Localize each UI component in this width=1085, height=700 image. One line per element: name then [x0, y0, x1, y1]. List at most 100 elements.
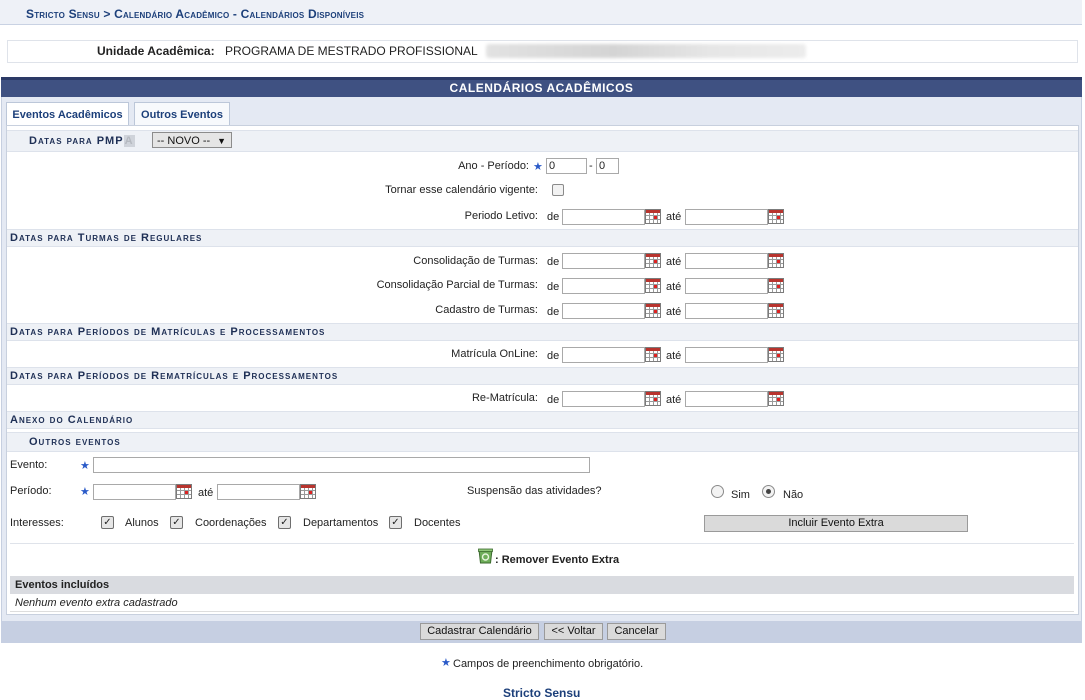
- ano-periodo-label: Ano - Período:: [458, 160, 529, 172]
- tab-eventos-academicos[interactable]: Eventos Acadêmicos: [6, 102, 129, 126]
- required-note: Campos de preenchimento obrigatório.: [453, 658, 644, 670]
- tab-outros-eventos[interactable]: Outros Eventos: [134, 102, 230, 126]
- calendar-icon[interactable]: [768, 303, 784, 318]
- calendar-icon[interactable]: [768, 209, 784, 224]
- required-star-icon: ★: [80, 460, 90, 472]
- consolidacao-parcial-start-input[interactable]: [562, 278, 645, 294]
- required-star-icon: ★: [80, 486, 90, 498]
- interesses-label: Interesses:: [10, 517, 64, 529]
- ate-label: até: [666, 306, 682, 318]
- de-label: de: [547, 281, 560, 293]
- main-title: CALENDÁRIOS ACADÊMICOS: [449, 81, 634, 95]
- calendar-icon[interactable]: [645, 209, 661, 224]
- calendar-icon[interactable]: [645, 303, 661, 318]
- docentes-label: Docentes: [414, 517, 461, 529]
- breadcrumb-bar: Stricto Sensu > Calendário Acadêmico - C…: [0, 0, 1082, 25]
- action-bar: [1, 621, 1082, 643]
- departamentos-checkbox[interactable]: ✓: [278, 516, 291, 529]
- cadastrar-calendario-button[interactable]: Cadastrar Calendário: [420, 623, 539, 640]
- de-label: de: [547, 394, 560, 406]
- ate-label: até: [666, 350, 682, 362]
- calendar-icon[interactable]: [768, 278, 784, 293]
- cadastro-turmas-end-input[interactable]: [685, 303, 768, 319]
- suspensao-nao-radio[interactable]: [762, 485, 775, 498]
- evento-label: Evento:: [10, 459, 48, 471]
- cadastro-turmas-label: Cadastro de Turmas:: [435, 304, 538, 316]
- section-matriculas: Datas para Períodos de Matrículas e Proc…: [7, 323, 1078, 341]
- de-label: de: [547, 211, 560, 223]
- matricula-start-input[interactable]: [562, 347, 645, 363]
- cancelar-button[interactable]: Cancelar: [607, 623, 666, 640]
- calendar-icon[interactable]: [645, 253, 661, 268]
- alunos-checkbox[interactable]: ✓: [101, 516, 114, 529]
- calendar-select[interactable]: -- NOVO -- ▼: [152, 132, 232, 148]
- calendar-icon[interactable]: [645, 278, 661, 293]
- consolidacao-turmas-label: Consolidação de Turmas:: [413, 255, 538, 267]
- section-outros-eventos: Outros eventos: [7, 432, 1078, 452]
- main-title-bar: CALENDÁRIOS ACADÊMICOS: [1, 77, 1082, 97]
- divider: [10, 543, 1074, 544]
- periodo-letivo-label: Periodo Letivo:: [464, 210, 538, 222]
- suspensao-label: Suspensão das atividades?: [467, 485, 602, 497]
- ate-label: até: [666, 281, 682, 293]
- periodo-letivo-end-input[interactable]: [685, 209, 768, 225]
- de-label: de: [547, 306, 560, 318]
- vigente-checkbox[interactable]: [552, 184, 564, 196]
- consolidacao-parcial-label: Consolidação Parcial de Turmas:: [376, 279, 538, 291]
- required-star-icon: ★: [441, 657, 451, 669]
- rematricula-end-input[interactable]: [685, 391, 768, 407]
- ano-input[interactable]: 0: [546, 158, 587, 174]
- chevron-down-icon: ▼: [217, 136, 226, 146]
- docentes-checkbox[interactable]: ✓: [389, 516, 402, 529]
- calendar-icon[interactable]: [176, 484, 192, 499]
- obscured-text: A: [123, 135, 135, 147]
- ate-label: até: [666, 211, 682, 223]
- matricula-online-label: Matrícula OnLine:: [451, 348, 538, 360]
- alunos-label: Alunos: [125, 517, 159, 529]
- evento-input[interactable]: [93, 457, 590, 473]
- consolidacao-start-input[interactable]: [562, 253, 645, 269]
- consolidacao-end-input[interactable]: [685, 253, 768, 269]
- evento-periodo-end-input[interactable]: [217, 484, 300, 500]
- coordenacoes-label: Coordenações: [195, 517, 267, 529]
- ano-separator: -: [589, 160, 593, 172]
- breadcrumb: Stricto Sensu > Calendário Acadêmico - C…: [26, 7, 365, 21]
- vigente-label: Tornar esse calendário vigente:: [385, 184, 538, 196]
- calendar-select-value: -- NOVO --: [157, 135, 211, 147]
- evento-periodo-start-input[interactable]: [93, 484, 176, 500]
- unit-box: Unidade Acadêmica: PROGRAMA DE MESTRADO …: [7, 40, 1078, 63]
- datas-para-label: Datas para PMP: [29, 135, 124, 147]
- calendar-icon[interactable]: [768, 391, 784, 406]
- consolidacao-parcial-end-input[interactable]: [685, 278, 768, 294]
- section-rematriculas: Datas para Períodos de Rematrículas e Pr…: [7, 367, 1078, 385]
- ate-label: até: [666, 394, 682, 406]
- calendar-icon[interactable]: [300, 484, 316, 499]
- redacted-text: [486, 44, 806, 58]
- incluir-evento-extra-button[interactable]: Incluir Evento Extra: [704, 515, 968, 532]
- periodo-letivo-start-input[interactable]: [562, 209, 645, 225]
- eventos-incluidos-header: Eventos incluídos: [10, 576, 1074, 594]
- nao-label: Não: [783, 489, 804, 501]
- calendar-icon[interactable]: [768, 253, 784, 268]
- rematricula-label: Re-Matrícula:: [471, 392, 538, 404]
- remover-evento-extra-label: : Remover Evento Extra: [495, 554, 620, 566]
- periodo-input[interactable]: 0: [596, 158, 619, 174]
- cadastro-turmas-start-input[interactable]: [562, 303, 645, 319]
- voltar-button[interactable]: << Voltar: [544, 623, 603, 640]
- calendar-icon[interactable]: [645, 347, 661, 362]
- footer-link[interactable]: Stricto Sensu: [503, 686, 580, 700]
- section-turmas: Datas para Turmas de Regulares: [7, 229, 1078, 247]
- ate-label: até: [198, 487, 214, 499]
- coordenacoes-checkbox[interactable]: ✓: [170, 516, 183, 529]
- ate-label: até: [666, 256, 682, 268]
- trash-icon: [478, 548, 493, 564]
- calendar-icon[interactable]: [768, 347, 784, 362]
- departamentos-label: Departamentos: [303, 517, 379, 529]
- calendar-icon[interactable]: [645, 391, 661, 406]
- suspensao-sim-radio[interactable]: [711, 485, 724, 498]
- eventos-incluidos-empty: Nenhum evento extra cadastrado: [10, 594, 1074, 612]
- de-label: de: [547, 256, 560, 268]
- matricula-end-input[interactable]: [685, 347, 768, 363]
- rematricula-start-input[interactable]: [562, 391, 645, 407]
- unit-value: PROGRAMA DE MESTRADO PROFISSIONAL: [225, 44, 478, 58]
